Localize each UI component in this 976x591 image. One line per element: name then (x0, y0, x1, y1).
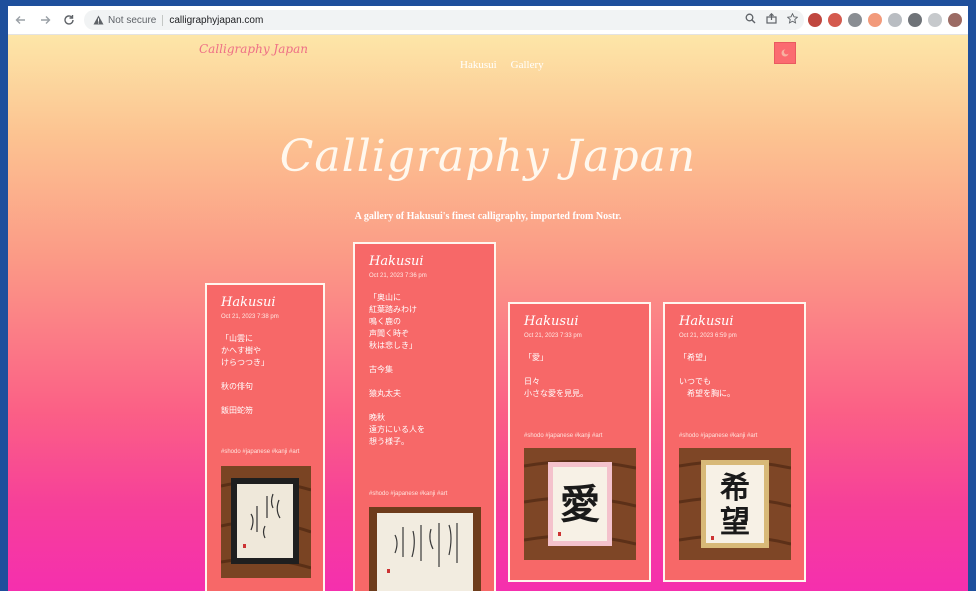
post-card[interactable]: Hakusui Oct 21, 2023 7:33 pm 「愛」 日々 小さな愛… (508, 302, 651, 582)
theme-toggle-button[interactable] (774, 42, 796, 64)
reload-icon[interactable] (58, 9, 80, 31)
post-card[interactable]: Hakusui Oct 21, 2023 7:36 pm 「奥山に 紅葉踏みわけ… (353, 242, 496, 591)
artwork-ai-glyph: 愛 (560, 482, 600, 528)
browser-window: Not secure calligraphyjapan.com Calligra… (8, 6, 968, 591)
extension-icon[interactable] (928, 13, 942, 27)
url-text[interactable]: calligraphyjapan.com (169, 15, 263, 26)
extension-icon[interactable] (808, 13, 822, 27)
card-tags[interactable]: #shodo #japanese #kanji #art (679, 433, 757, 439)
artwork-ki-glyph: 希 (720, 471, 750, 506)
card-body: 「愛」 日々 小さな愛を見見。 (524, 353, 588, 398)
site-brand[interactable]: Calligraphy Japan (199, 42, 308, 56)
extension-icon[interactable] (848, 13, 862, 27)
nav-link-hakusui[interactable]: Hakusui (460, 59, 497, 71)
card-body: 「山雲に かへす樹や けらつつき」 秋の俳句 飯田蛇笏 (221, 334, 269, 415)
extension-icon[interactable] (828, 13, 842, 27)
card-date: Oct 21, 2023 7:38 pm (221, 314, 279, 320)
share-icon[interactable] (766, 12, 777, 27)
card-image[interactable]: 愛 (524, 448, 636, 560)
zoom-icon[interactable] (745, 13, 756, 27)
address-bar[interactable]: Not secure calligraphyjapan.com (84, 10, 804, 30)
post-card[interactable]: Hakusui Oct 21, 2023 6:59 pm 「希望」 いつでも 希… (663, 302, 806, 582)
back-icon[interactable] (10, 9, 32, 31)
card-image[interactable] (221, 466, 311, 578)
post-card[interactable]: Hakusui Oct 21, 2023 7:38 pm 「山雲に かへす樹や … (205, 283, 325, 591)
extension-icon[interactable] (868, 13, 882, 27)
hero-title: Calligraphy Japan (279, 131, 697, 182)
forward-icon[interactable] (34, 9, 56, 31)
extension-icon[interactable] (888, 13, 902, 27)
toggle-icon (781, 49, 790, 57)
warning-icon (92, 14, 104, 26)
browser-toolbar: Not secure calligraphyjapan.com (8, 6, 968, 35)
extension-icon[interactable] (908, 13, 922, 27)
site-tagline: A gallery of Hakusui's finest calligraph… (354, 211, 622, 222)
card-image[interactable] (369, 507, 481, 591)
omnibox-divider (162, 14, 164, 26)
card-author[interactable]: Hakusui (369, 254, 424, 269)
card-tags[interactable]: #shodo #japanese #kanji #art (524, 433, 602, 439)
card-date: Oct 21, 2023 6:59 pm (679, 333, 737, 339)
card-body: 「奥山に 紅葉踏みわけ 鳴く鹿の 声聞く時ぞ 秋は悲しき」 古今集 猿丸太夫 晩… (369, 293, 425, 446)
bookmark-star-icon[interactable] (786, 12, 799, 27)
nav-link-gallery[interactable]: Gallery (511, 59, 544, 71)
web-page: Calligraphy Japan Hakusui Gallery Callig… (8, 35, 968, 591)
card-body: 「希望」 いつでも 希望を胸に。 (679, 353, 735, 398)
card-date: Oct 21, 2023 7:33 pm (524, 333, 582, 339)
card-date: Oct 21, 2023 7:36 pm (369, 273, 427, 279)
card-author[interactable]: Hakusui (524, 314, 579, 329)
card-tags[interactable]: #shodo #japanese #kanji #art (221, 449, 299, 455)
artwork-bou-glyph: 望 (720, 505, 750, 540)
profile-avatar[interactable] (948, 13, 962, 27)
card-image[interactable]: 希 望 (679, 448, 791, 560)
card-tags[interactable]: #shodo #japanese #kanji #art (369, 491, 447, 497)
site-nav: Hakusui Gallery (460, 59, 544, 71)
extensions-area (808, 10, 962, 30)
card-author[interactable]: Hakusui (679, 314, 734, 329)
security-label[interactable]: Not secure (108, 15, 156, 26)
card-author[interactable]: Hakusui (221, 295, 276, 310)
